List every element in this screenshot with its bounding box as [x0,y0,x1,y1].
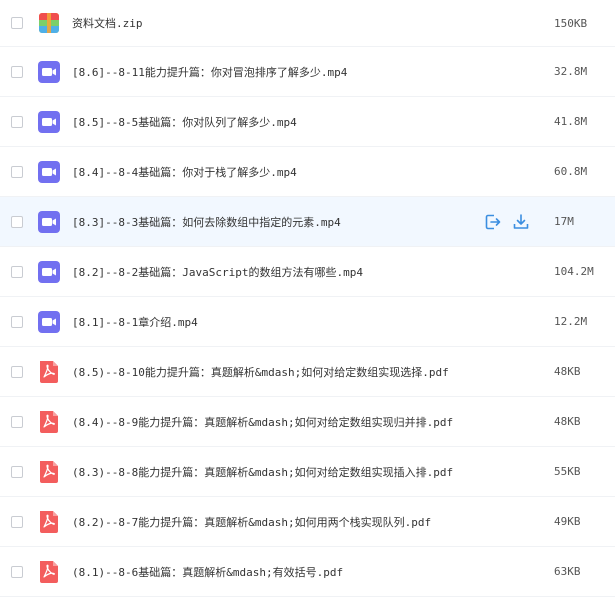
file-size: 150KB [554,16,588,30]
select-checkbox[interactable] [11,17,23,29]
file-size: 12.2M [554,315,588,328]
zip-archive-icon [38,12,60,34]
file-name[interactable]: [8.2]--8-2基础篇：JavaScript的数组方法有哪些.mp4 [72,264,363,280]
file-name[interactable]: [8.4]--8-4基础篇：你对于栈了解多少.mp4 [72,164,297,180]
file-name[interactable]: (8.5)--8-10能力提升篇：真题解析&mdash;如何对给定数组实现选择.… [72,364,449,380]
select-checkbox[interactable] [11,565,23,578]
video-file-icon [38,160,60,183]
select-checkbox[interactable] [11,115,23,128]
file-row[interactable]: [8.4]--8-4基础篇：你对于栈了解多少.mp4 60.8M [0,147,615,197]
file-name[interactable]: [8.5]--8-5基础篇：你对队列了解多少.mp4 [72,114,297,130]
file-size: 41.8M [554,115,588,128]
file-row[interactable]: [8.2]--8-2基础篇：JavaScript的数组方法有哪些.mp4 104.… [0,247,615,297]
file-size: 17M [554,215,574,228]
file-name[interactable]: (8.2)--8-7能力提升篇：真题解析&mdash;如何用两个栈实现队列.pd… [72,514,431,530]
pdf-file-icon [38,410,60,433]
file-size: 48KB [554,365,581,378]
file-row[interactable]: (8.2)--8-7能力提升篇：真题解析&mdash;如何用两个栈实现队列.pd… [0,497,615,547]
file-name[interactable]: (8.1)--8-6基础篇：真题解析&mdash;有效括号.pdf [72,564,343,580]
select-checkbox[interactable] [11,165,23,178]
file-name[interactable]: (8.3)--8-8能力提升篇：真题解析&mdash;如何对给定数组实现插入排.… [72,464,453,480]
file-row[interactable]: [8.5]--8-5基础篇：你对队列了解多少.mp4 41.8M [0,97,615,147]
select-checkbox[interactable] [11,365,23,378]
pdf-file-icon [38,460,60,483]
file-row[interactable]: (8.4)--8-9能力提升篇：真题解析&mdash;如何对给定数组实现归并排.… [0,397,615,447]
video-file-icon [38,260,60,283]
select-checkbox[interactable] [11,515,23,528]
row-actions [484,213,530,231]
file-row[interactable]: (8.3)--8-8能力提升篇：真题解析&mdash;如何对给定数组实现插入排.… [0,447,615,497]
file-row[interactable]: (8.5)--8-10能力提升篇：真题解析&mdash;如何对给定数组实现选择.… [0,347,615,397]
file-row[interactable]: (8.1)--8-6基础篇：真题解析&mdash;有效括号.pdf 63KB [0,547,615,597]
file-size: 49KB [554,515,581,528]
pdf-file-icon [38,510,60,533]
select-checkbox[interactable] [11,65,23,78]
file-name[interactable]: 资料文档.zip [72,15,143,31]
file-size: 60.8M [554,165,588,178]
select-checkbox[interactable] [11,415,23,428]
file-name[interactable]: (8.4)--8-9能力提升篇：真题解析&mdash;如何对给定数组实现归并排.… [72,414,453,430]
video-file-icon [38,60,60,83]
file-name[interactable]: [8.1]--8-1章介绍.mp4 [72,314,198,330]
select-checkbox[interactable] [11,465,23,478]
select-checkbox[interactable] [11,265,23,278]
file-name[interactable]: [8.3]--8-3基础篇：如何去除数组中指定的元素.mp4 [72,214,341,230]
download-icon[interactable] [512,213,530,231]
pdf-file-icon [38,360,60,383]
file-row[interactable]: [8.3]--8-3基础篇：如何去除数组中指定的元素.mp4 17M [0,197,615,247]
file-row[interactable]: 资料文档.zip 150KB [0,0,615,47]
file-size: 32.8M [554,65,588,78]
file-row[interactable]: [8.6]--8-11能力提升篇：你对冒泡排序了解多少.mp4 32.8M [0,47,615,97]
video-file-icon [38,310,60,333]
file-name[interactable]: [8.6]--8-11能力提升篇：你对冒泡排序了解多少.mp4 [72,64,347,80]
file-size: 63KB [554,565,581,578]
file-row[interactable]: [8.1]--8-1章介绍.mp4 12.2M [0,297,615,347]
file-size: 55KB [554,465,581,478]
file-size: 48KB [554,415,581,428]
video-file-icon [38,110,60,133]
select-checkbox[interactable] [11,315,23,328]
pdf-file-icon [38,560,60,583]
file-list: 资料文档.zip 150KB [8.6]--8-11能力提升篇：你对冒泡排序了解多少… [0,0,615,603]
select-checkbox[interactable] [11,215,23,228]
share-icon[interactable] [484,213,502,231]
file-size: 104.2M [554,265,594,278]
video-file-icon [38,210,60,233]
